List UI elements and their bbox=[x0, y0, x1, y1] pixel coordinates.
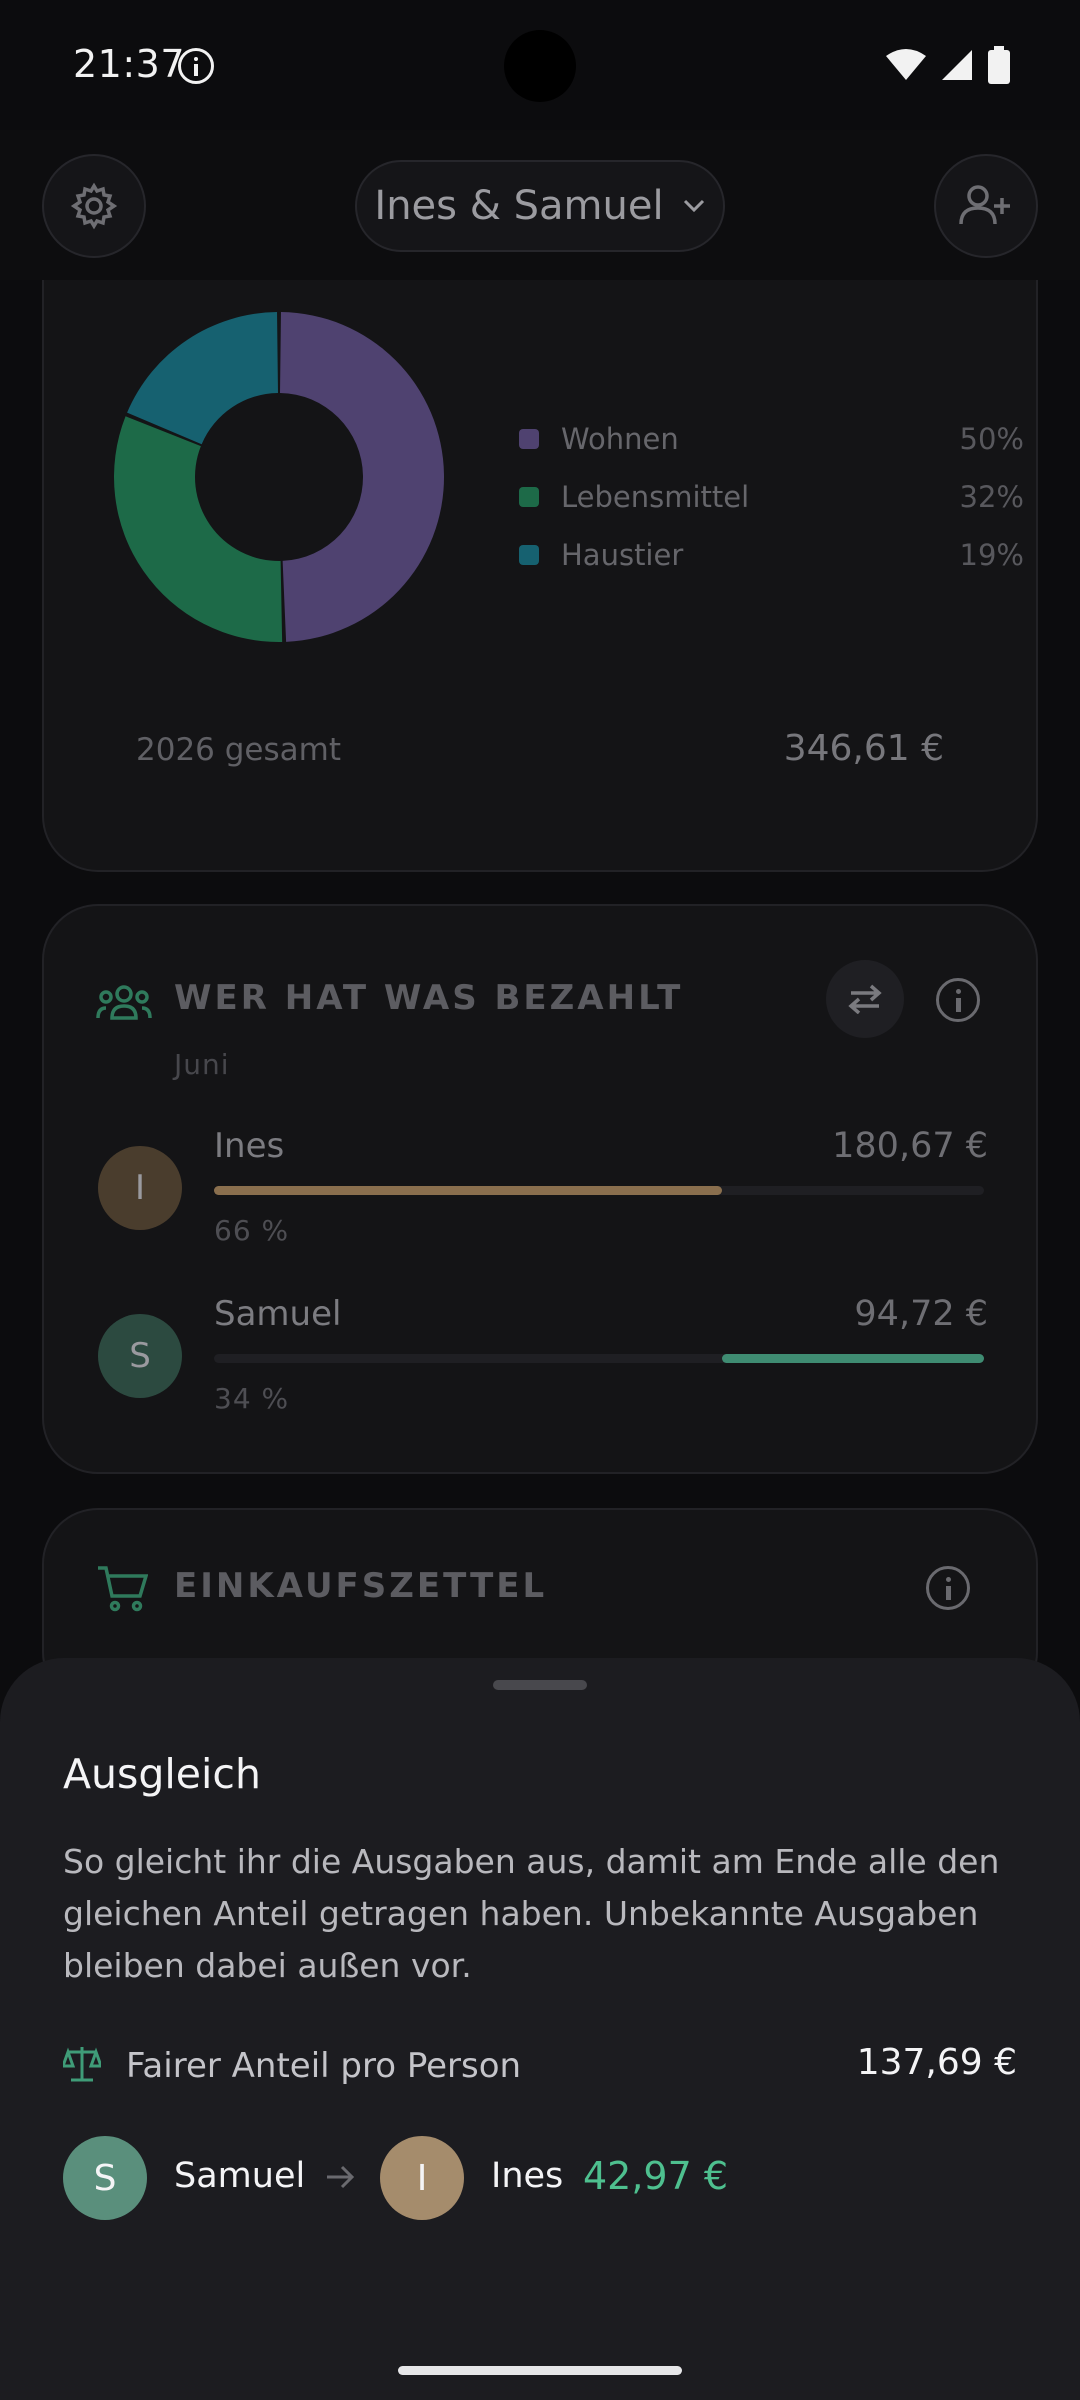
wifi-icon bbox=[886, 49, 926, 80]
donut-slice-wohnen bbox=[280, 312, 444, 642]
arrow-right-icon bbox=[327, 2165, 355, 2189]
avatar-initial: S bbox=[93, 2157, 117, 2199]
payer-percent: 66 % bbox=[214, 1214, 290, 1247]
legend-label: Lebensmittel bbox=[561, 480, 750, 514]
shopping-info-button[interactable] bbox=[926, 1566, 970, 1610]
from-name: Samuel bbox=[174, 2156, 306, 2196]
payer-row: S Samuel 94,72 € 34 % bbox=[98, 1294, 988, 1415]
shopping-list-title: EINKAUFSZETTEL bbox=[174, 1566, 548, 1606]
legend-swatch bbox=[519, 487, 539, 507]
battery-icon bbox=[988, 46, 1010, 84]
group-icon bbox=[96, 985, 152, 1020]
camera-cutout bbox=[504, 30, 576, 102]
legend-label: Haustier bbox=[561, 538, 684, 572]
share-bar bbox=[214, 1354, 984, 1363]
donut-slice-lebensmittel bbox=[114, 416, 283, 642]
status-bar: 21:37 bbox=[0, 0, 1080, 130]
who-paid-card: WER HAT WAS BEZAHLT Juni I Ines 180,67 €… bbox=[42, 904, 1038, 1474]
donut-chart bbox=[114, 312, 444, 642]
add-user-icon bbox=[959, 185, 1010, 225]
payer-name: Ines bbox=[214, 1126, 285, 1166]
swap-button[interactable] bbox=[826, 960, 904, 1038]
to-name: Ines bbox=[491, 2156, 564, 2196]
fair-share-label: Fairer Anteil pro Person bbox=[126, 2046, 522, 2086]
group-selector[interactable]: Ines & Samuel bbox=[355, 160, 725, 252]
fair-share-value: 137,69 € bbox=[856, 2042, 1017, 2083]
settlement-bottom-sheet: Ausgleich So gleicht ihr die Ausgaben au… bbox=[0, 1658, 1080, 2400]
legend-item: Wohnen 50% bbox=[519, 410, 1024, 468]
legend-label: Wohnen bbox=[561, 422, 679, 456]
share-bar bbox=[214, 1186, 984, 1195]
transfer-amount: 42,97 € bbox=[583, 2154, 729, 2198]
info-icon bbox=[178, 48, 214, 84]
payer-amount: 180,67 € bbox=[832, 1126, 988, 1166]
payer-percent: 34 % bbox=[214, 1382, 290, 1415]
settings-button[interactable] bbox=[42, 154, 146, 258]
share-bar-fill bbox=[722, 1354, 984, 1363]
avatar-initial: S bbox=[129, 1336, 151, 1376]
avatar: S bbox=[63, 2136, 147, 2220]
who-paid-info-button[interactable] bbox=[936, 978, 980, 1022]
who-paid-title: WER HAT WAS BEZAHLT bbox=[174, 978, 684, 1018]
add-member-button[interactable] bbox=[934, 154, 1038, 258]
avatar: I bbox=[98, 1146, 182, 1230]
legend-item: Lebensmittel 32% bbox=[519, 468, 1024, 526]
share-bar-fill bbox=[214, 1186, 723, 1195]
legend-item: Haustier 19% bbox=[519, 526, 1024, 584]
period-label: Juni bbox=[174, 1048, 230, 1081]
avatar-initial: I bbox=[134, 1168, 146, 1208]
legend-swatch bbox=[519, 545, 539, 565]
legend-percent: 50% bbox=[959, 422, 1024, 456]
legend-percent: 32% bbox=[959, 480, 1024, 514]
sheet-description: So gleicht ihr die Ausgaben aus, damit a… bbox=[63, 1842, 1000, 1985]
chart-legend: Wohnen 50% Lebensmittel 32% Haustier 19% bbox=[519, 410, 1024, 584]
donut-slice-haustier bbox=[127, 312, 278, 445]
transfer-row: S Samuel I Ines 42,97 € bbox=[63, 2136, 1017, 2220]
signal-icon bbox=[942, 50, 972, 80]
legend-swatch bbox=[519, 429, 539, 449]
scale-icon bbox=[63, 2047, 101, 2082]
swap-icon bbox=[848, 984, 882, 1014]
status-time: 21:37 bbox=[73, 42, 186, 86]
avatar: S bbox=[98, 1314, 182, 1398]
status-icons bbox=[886, 46, 1010, 84]
chevron-down-icon bbox=[683, 199, 704, 213]
drag-handle[interactable] bbox=[493, 1680, 587, 1690]
payer-amount: 94,72 € bbox=[854, 1294, 988, 1334]
home-indicator[interactable] bbox=[398, 2366, 682, 2375]
avatar-initial: I bbox=[416, 2157, 428, 2199]
gear-icon bbox=[70, 182, 118, 230]
sheet-title: Ausgleich bbox=[63, 1750, 261, 1798]
total-label: 2026 gesamt bbox=[136, 732, 341, 768]
payer-name: Samuel bbox=[214, 1294, 342, 1334]
legend-percent: 19% bbox=[959, 538, 1024, 572]
top-app-bar: Ines & Samuel bbox=[0, 130, 1080, 280]
category-chart-card: Wohnen 50% Lebensmittel 32% Haustier 19% 2026… bbox=[42, 200, 1038, 872]
fair-share-row: Fairer Anteil pro Person 137,69 € bbox=[63, 2036, 1017, 2096]
group-name: Ines & Samuel bbox=[374, 183, 664, 229]
cart-icon bbox=[98, 1566, 148, 1612]
payer-row: I Ines 180,67 € 66 % bbox=[98, 1126, 988, 1247]
avatar: I bbox=[380, 2136, 464, 2220]
total-value: 346,61 € bbox=[783, 728, 944, 769]
